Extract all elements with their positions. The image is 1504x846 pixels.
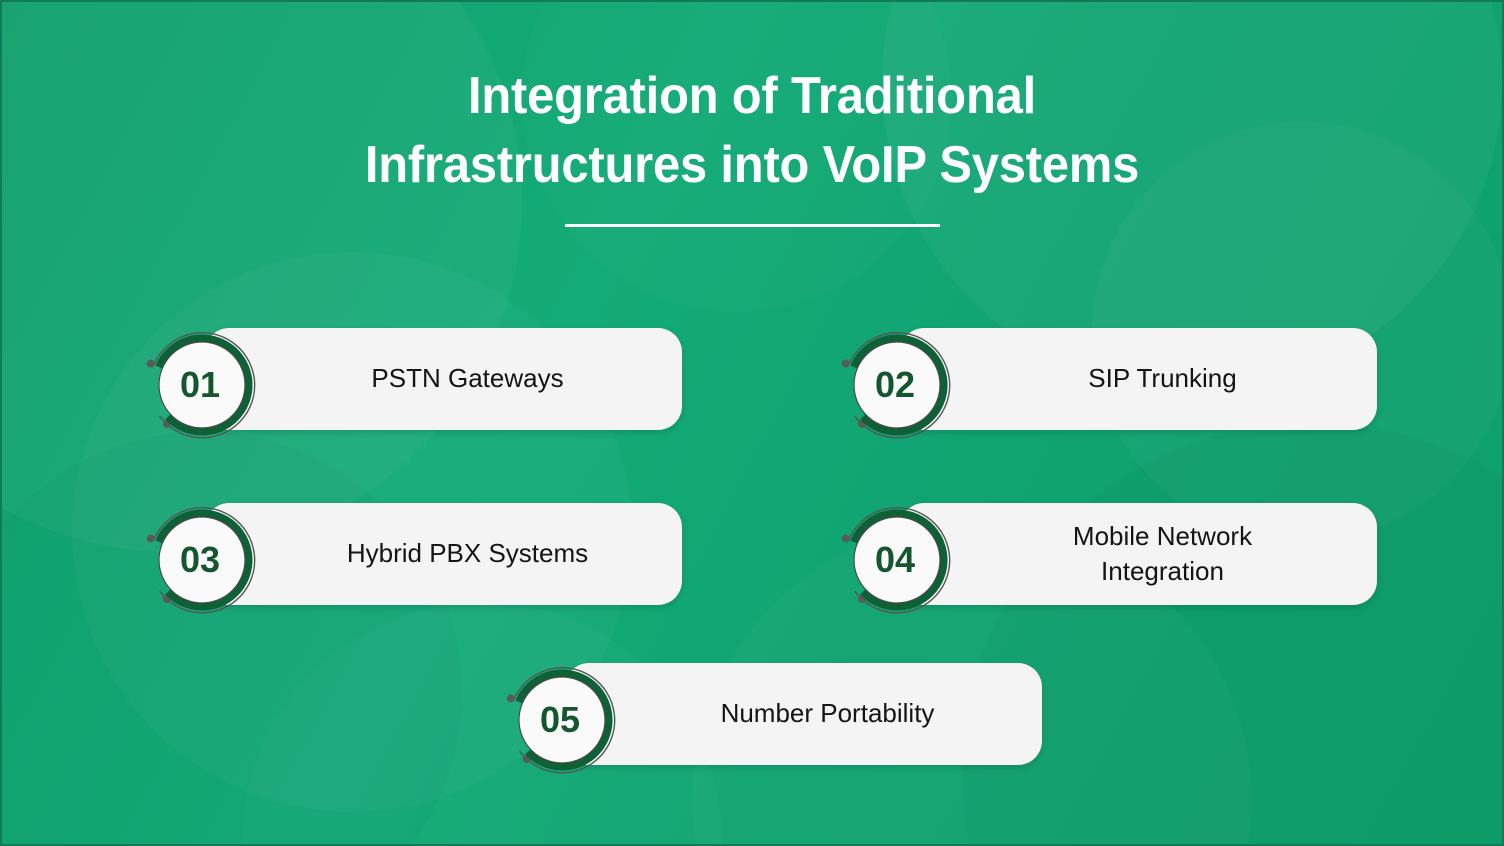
list-item[interactable]: Hybrid PBX Systems 03 <box>137 495 682 614</box>
card-label: PSTN Gateways <box>371 363 564 394</box>
badge-number: 05 <box>539 699 581 740</box>
card-body[interactable]: Hybrid PBX Systems <box>205 503 682 605</box>
title-line-1: Integration of Traditional <box>467 67 1037 125</box>
header: Integration of Traditional Infrastructur… <box>2 62 1502 228</box>
card-grid: PSTN Gateways 01 SIP Trunking 02 Hybrid … <box>2 320 1502 790</box>
number-badge: 04 <box>832 495 962 625</box>
page-title: Integration of Traditional Infrastructur… <box>47 62 1457 200</box>
slide-canvas: Integration of Traditional Infrastructur… <box>0 0 1504 846</box>
badge-number: 02 <box>874 364 916 405</box>
number-badge: 02 <box>832 320 962 450</box>
list-item[interactable]: SIP Trunking 02 <box>832 320 1377 439</box>
card-body[interactable]: PSTN Gateways <box>205 328 682 430</box>
number-badge: 05 <box>497 655 627 785</box>
badge-number: 03 <box>179 539 221 580</box>
card-label: SIP Trunking <box>1088 363 1237 394</box>
title-line-2: Infrastructures into VoIP Systems <box>364 136 1140 195</box>
badge-number: 04 <box>874 539 916 580</box>
number-badge: 03 <box>137 495 267 625</box>
card-body[interactable]: Mobile Network Integration <box>900 503 1377 605</box>
badge-number: 01 <box>179 364 221 405</box>
title-divider <box>564 224 940 228</box>
list-item[interactable]: Number Portability 05 <box>497 655 1042 774</box>
card-body[interactable]: Number Portability <box>565 663 1042 765</box>
card-label: Mobile Network Integration <box>1072 520 1253 586</box>
list-item[interactable]: PSTN Gateways 01 <box>137 320 682 439</box>
card-label: Hybrid PBX Systems <box>346 538 589 569</box>
number-badge: 01 <box>137 320 267 450</box>
card-body[interactable]: SIP Trunking <box>900 328 1377 430</box>
card-label: Number Portability <box>720 698 935 729</box>
list-item[interactable]: Mobile Network Integration 04 <box>832 495 1377 614</box>
